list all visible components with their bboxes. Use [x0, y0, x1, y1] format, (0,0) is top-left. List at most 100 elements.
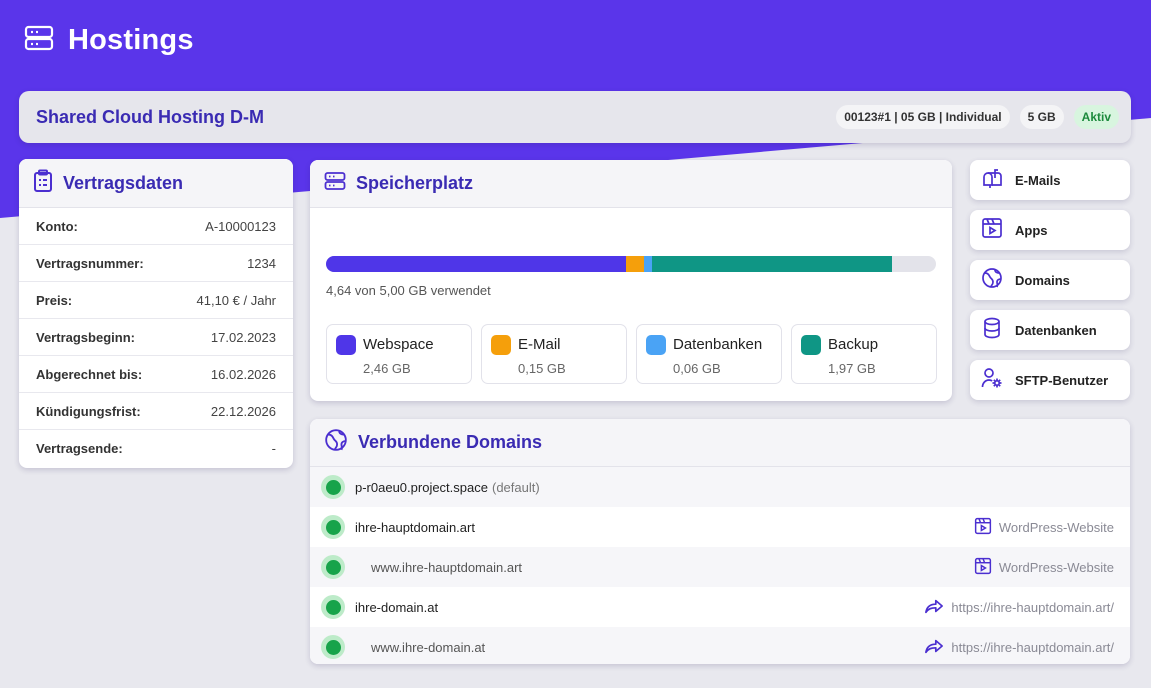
- domains-button-label: Domains: [1015, 272, 1070, 288]
- app-icon: [981, 217, 1003, 244]
- product-title: Shared Cloud Hosting D-M: [36, 106, 264, 127]
- domain-row-main: ihre-hauptdomain.art: [310, 515, 475, 539]
- legend-value: 0,15 GB: [518, 361, 566, 376]
- contract-row: Kündigungsfrist: 22.12.2026: [19, 393, 293, 430]
- domain-row[interactable]: ihre-domain.at https://ihre-hauptdomain.…: [310, 587, 1130, 627]
- contract-row-label: Vertragsende:: [36, 441, 123, 456]
- domain-name: www.ihre-hauptdomain.art: [371, 559, 523, 575]
- clipboard-icon: [33, 169, 53, 198]
- legend-name: Webspace: [363, 336, 434, 353]
- legend-value: 0,06 GB: [673, 361, 721, 376]
- storage-usage-bar: [326, 256, 936, 272]
- sftp-users-button[interactable]: SFTP-Benutzer: [970, 360, 1130, 400]
- apps-button-label: Apps: [1015, 222, 1048, 238]
- contract-row-label: Vertragsbeginn:: [36, 329, 135, 345]
- emails-button[interactable]: E-Mails: [970, 160, 1130, 200]
- globe-icon: [981, 267, 1003, 294]
- domain-target-label: WordPress-Website: [998, 559, 1114, 575]
- server-icon: [24, 25, 54, 56]
- legend-item-email: E-Mail 0,15 GB: [481, 324, 627, 384]
- legend-item-webspace: Webspace 2,46 GB: [326, 324, 472, 384]
- storage-card-title: Speicherplatz: [356, 173, 474, 193]
- storage-used-text: 4,64 von 5,00 GB verwendet: [326, 283, 491, 298]
- contract-row-value: -: [271, 441, 276, 456]
- user-gear-icon: [981, 367, 1003, 394]
- domain-row[interactable]: ihre-hauptdomain.art WordPress-Website: [310, 507, 1130, 547]
- product-badges: 00123#1 | 05 GB | Individual 5 GB Aktiv: [836, 105, 1119, 129]
- app-icon: [974, 517, 992, 538]
- domain-row[interactable]: www.ihre-hauptdomain.art WordPress-Websi…: [310, 547, 1130, 587]
- status-badge: Aktiv: [1073, 105, 1119, 129]
- sftp-users-button-label: SFTP-Benutzer: [1015, 372, 1109, 388]
- storage-bar-segment: [651, 256, 893, 272]
- server-icon: [324, 171, 346, 196]
- storage-card: Speicherplatz 4,64 von 5,00 GB verwendet…: [310, 160, 952, 401]
- globe-icon: [324, 428, 348, 457]
- domain-name: p-r0aeu0.project.space: [355, 479, 488, 495]
- status-dot: [321, 475, 345, 499]
- domain-target-label: WordPress-Website: [998, 519, 1114, 535]
- domain-name: ihre-hauptdomain.art: [355, 519, 475, 535]
- domain-row-main: www.ihre-domain.at: [310, 635, 485, 659]
- domain-default-flag: (default): [491, 479, 540, 495]
- domain-row-main: www.ihre-hauptdomain.art: [310, 555, 522, 579]
- contract-row: Preis: 41,10 € / Jahr: [19, 282, 293, 319]
- legend-name: Datenbanken: [673, 336, 763, 353]
- contract-card-title: Vertragsdaten: [63, 172, 184, 193]
- contract-row-value: 22.12.2026: [210, 403, 276, 419]
- legend-value: 1,97 GB: [828, 361, 876, 376]
- redirect-icon: [924, 637, 944, 658]
- contract-card: Vertragsdaten Konto: A-10000123 Vertragsn…: [19, 159, 293, 468]
- page-title: Hostings: [68, 23, 194, 56]
- apps-button[interactable]: Apps: [970, 210, 1130, 250]
- legend-swatch: [801, 335, 821, 355]
- databases-button[interactable]: Datenbanken: [970, 310, 1130, 350]
- contract-row-value: 16.02.2026: [210, 366, 276, 382]
- storage-card-header: Speicherplatz: [310, 160, 952, 208]
- contract-row: Konto: A-10000123: [19, 208, 293, 245]
- domain-target[interactable]: https://ihre-hauptdomain.art/: [924, 637, 1114, 658]
- database-icon: [981, 317, 1003, 344]
- status-dot: [321, 595, 345, 619]
- domain-target[interactable]: https://ihre-hauptdomain.art/: [924, 597, 1114, 618]
- contract-row-label: Vertragsnummer:: [36, 255, 144, 271]
- storage-bar-segment: [626, 256, 645, 272]
- domains-card-header: Verbundene Domains: [310, 419, 1130, 467]
- domains-card: Verbundene Domains p-r0aeu0.project.spac…: [310, 419, 1130, 664]
- databases-button-label: Datenbanken: [1015, 322, 1097, 338]
- contract-row: Vertragsende: -: [19, 430, 293, 467]
- legend-name: Backup: [828, 336, 879, 353]
- legend-item-databases: Datenbanken 0,06 GB: [636, 324, 782, 384]
- domain-name: ihre-domain.at: [355, 599, 439, 615]
- redirect-icon: [924, 597, 944, 618]
- domain-target[interactable]: WordPress-Website: [974, 517, 1114, 538]
- emails-button-label: E-Mails: [1015, 172, 1061, 188]
- legend-item-backup: Backup 1,97 GB: [791, 324, 937, 384]
- contract-row-value: 1234: [247, 255, 276, 271]
- legend-swatch: [646, 335, 666, 355]
- contract-row-label: Kündigungsfrist:: [36, 403, 141, 419]
- size-badge: 5 GB: [1019, 105, 1064, 129]
- contract-row-value: A-10000123: [205, 218, 276, 234]
- contract-rows: Konto: A-10000123 Vertragsnummer: 1234 Pre…: [19, 208, 293, 467]
- contract-card-header: Vertragsdaten: [19, 159, 293, 208]
- legend-value: 2,46 GB: [363, 361, 411, 376]
- domain-row-main: ihre-domain.at: [310, 595, 438, 619]
- page-header: Hostings: [24, 22, 194, 58]
- domain-row[interactable]: www.ihre-domain.at https://ihre-hauptdom…: [310, 627, 1130, 664]
- domain-target[interactable]: WordPress-Website: [974, 557, 1114, 578]
- plan-badge: 00123#1 | 05 GB | Individual: [836, 105, 1010, 129]
- storage-bar-segment: [326, 256, 627, 272]
- contract-row: Vertragsnummer: 1234: [19, 245, 293, 282]
- domain-row-main: p-r0aeu0.project.space (default): [310, 475, 540, 499]
- contract-row-label: Konto:: [36, 218, 78, 234]
- product-bar: Shared Cloud Hosting D-M 00123#1 | 05 GB…: [19, 91, 1131, 143]
- domains-button[interactable]: Domains: [970, 260, 1130, 300]
- app-icon: [974, 557, 992, 578]
- contract-row-value: 17.02.2023: [210, 329, 276, 345]
- status-dot: [321, 635, 345, 659]
- contract-row: Abgerechnet bis: 16.02.2026: [19, 356, 293, 393]
- status-dot: [321, 515, 345, 539]
- storage-legend: Webspace 2,46 GB E-Mail 0,15 GB Datenban…: [326, 324, 937, 384]
- domain-row[interactable]: p-r0aeu0.project.space (default): [310, 467, 1130, 507]
